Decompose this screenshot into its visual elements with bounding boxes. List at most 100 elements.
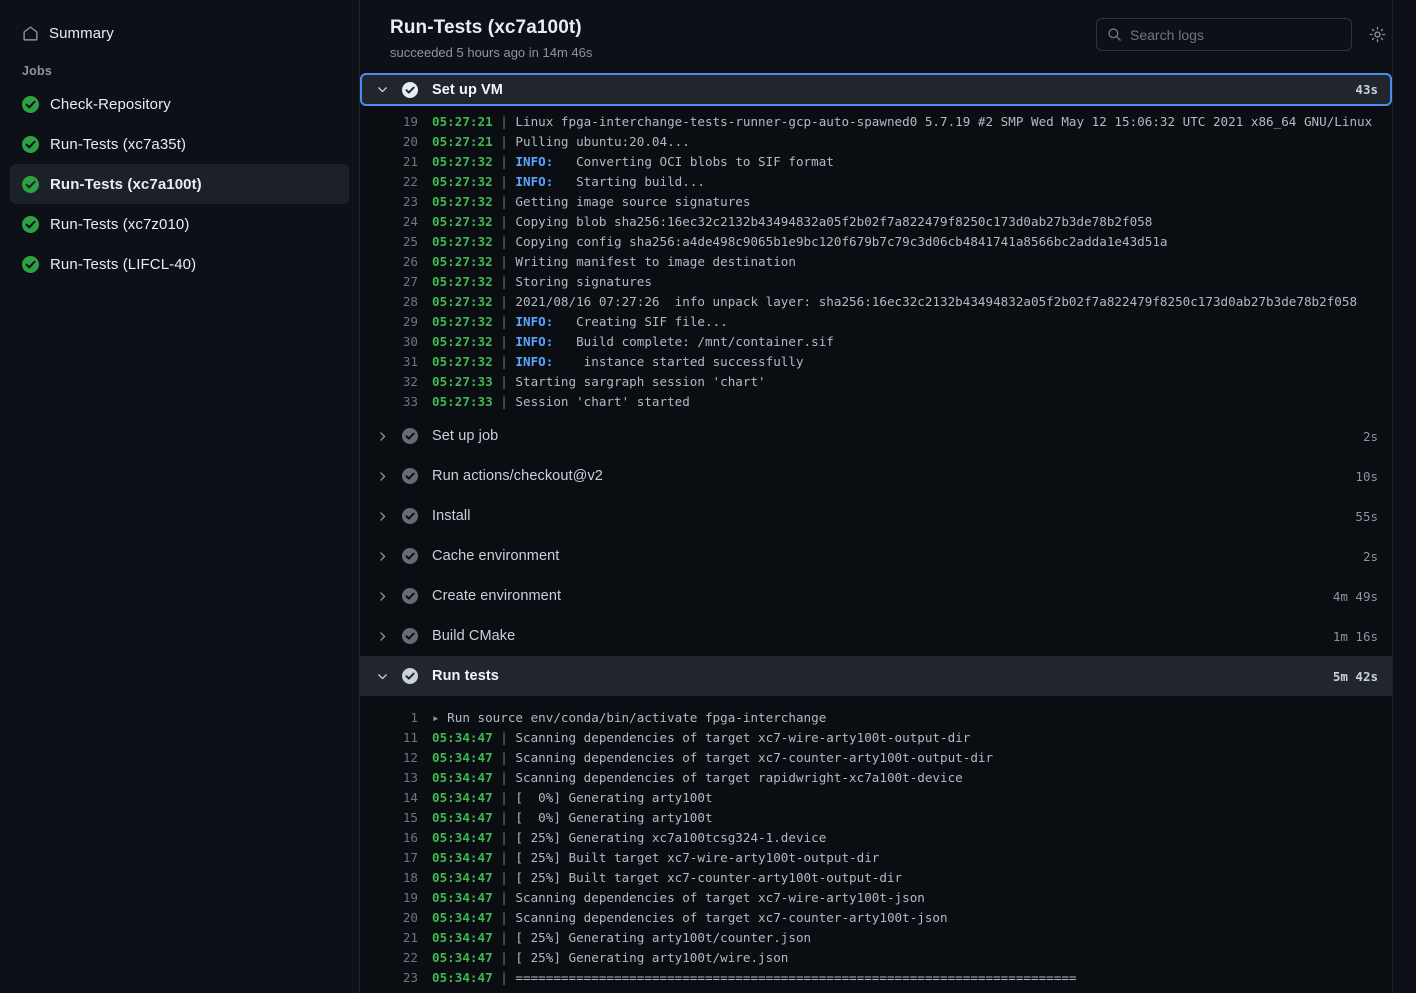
log-separator: |	[493, 948, 516, 968]
step-duration: 55s	[1355, 509, 1378, 524]
chevron-right-icon	[374, 628, 390, 644]
log-line-number: 17	[378, 848, 418, 868]
log-separator: |	[493, 372, 516, 392]
step-header[interactable]: Cache environment 2s	[360, 536, 1392, 576]
log-line: 3005:27:32 | INFO: Build complete: /mnt/…	[360, 332, 1392, 352]
log-separator: |	[493, 908, 516, 928]
log-tag: INFO:	[515, 172, 553, 192]
log-text: Build complete: /mnt/container.sif	[553, 332, 834, 352]
search-logs-box[interactable]	[1096, 18, 1352, 51]
sidebar-item-job-1[interactable]: Run-Tests (xc7a35t)	[10, 124, 349, 164]
step-header[interactable]: Set up VM 43s	[360, 73, 1392, 106]
search-input[interactable]	[1130, 27, 1341, 43]
step-run-actions-checkout: Run actions/checkout@v2 10s	[360, 456, 1392, 496]
log-steps-container[interactable]: Set up VM 43s 1905:27:21 | Linux fpga-in…	[360, 73, 1416, 993]
sidebar-item-job-2[interactable]: Run-Tests (xc7a100t)	[10, 164, 349, 204]
log-separator: |	[493, 172, 516, 192]
log-timestamp: 05:27:32	[432, 312, 493, 332]
log-line-number: 22	[378, 172, 418, 192]
step-header[interactable]: Run tests 5m 42s	[360, 656, 1392, 696]
log-text: [ 0%] Generating arty100t	[515, 788, 712, 808]
log-text: Session 'chart' started	[515, 392, 689, 412]
step-name: Cache environment	[432, 548, 1351, 564]
log-separator: |	[493, 352, 516, 372]
log-line-number: 15	[378, 808, 418, 828]
log-text: Copying config sha256:a4de498c9065b1e9bc…	[515, 232, 1167, 252]
step-header[interactable]: Set up job 2s	[360, 416, 1392, 456]
success-check-icon	[22, 216, 39, 233]
step-duration: 5m 42s	[1333, 669, 1378, 684]
success-check-icon	[402, 548, 418, 564]
log-line: 2105:27:32 | INFO: Converting OCI blobs …	[360, 152, 1392, 172]
sidebar-item-job-label: Run-Tests (LIFCL-40)	[50, 256, 196, 273]
log-line-number: 21	[378, 928, 418, 948]
log-text: Scanning dependencies of target xc7-wire…	[515, 888, 924, 908]
log-timestamp: 05:34:47	[432, 828, 493, 848]
success-check-icon	[22, 176, 39, 193]
log-line: 1905:27:21 | Linux fpga-interchange-test…	[360, 112, 1392, 132]
step-header[interactable]: Install 55s	[360, 496, 1392, 536]
sidebar-item-job-3[interactable]: Run-Tests (xc7z010)	[10, 204, 349, 244]
chevron-right-icon	[374, 588, 390, 604]
log-line: 1905:34:47 | Scanning dependencies of ta…	[360, 888, 1392, 908]
log-timestamp: 05:34:47	[432, 968, 493, 988]
log-viewer: Run-Tests (xc7a100t) succeeded 5 hours a…	[360, 0, 1416, 993]
log-timestamp: 05:27:32	[432, 232, 493, 252]
sidebar-item-job-label: Check-Repository	[50, 96, 171, 113]
log-line[interactable]: 1▸ Run source env/conda/bin/activate fpg…	[360, 708, 1392, 728]
log-tag: INFO:	[515, 352, 553, 372]
step-name: Set up VM	[432, 82, 1343, 98]
log-timestamp: 05:34:47	[432, 888, 493, 908]
log-line: 2605:27:32 | Writing manifest to image d…	[360, 252, 1392, 272]
log-timestamp: 05:34:47	[432, 788, 493, 808]
log-line-number: 28	[378, 292, 418, 312]
step-duration: 10s	[1355, 469, 1378, 484]
log-separator: |	[493, 232, 516, 252]
log-separator: |	[493, 888, 516, 908]
log-text: Scanning dependencies of target rapidwri…	[515, 768, 962, 788]
log-separator: |	[493, 192, 516, 212]
log-text: [ 25%] Generating arty100t/counter.json	[515, 928, 811, 948]
step-header[interactable]: Run actions/checkout@v2 10s	[360, 456, 1392, 496]
sidebar-item-job-4[interactable]: Run-Tests (LIFCL-40)	[10, 244, 349, 284]
log-line-number: 14	[378, 788, 418, 808]
settings-button[interactable]	[1364, 22, 1390, 48]
header-actions	[1096, 14, 1390, 51]
log-text: ========================================…	[515, 968, 1076, 988]
chevron-right-icon	[374, 548, 390, 564]
log-line-number: 23	[378, 192, 418, 212]
log-line: 1805:34:47 | [ 25%] Built target xc7-cou…	[360, 868, 1392, 888]
log-separator: |	[493, 828, 516, 848]
log-timestamp: 05:27:32	[432, 172, 493, 192]
log-separator: |	[493, 132, 516, 152]
log-line: 1605:34:47 | [ 25%] Generating xc7a100tc…	[360, 828, 1392, 848]
run-status-text: succeeded 5 hours ago in 14m 46s	[390, 45, 592, 61]
log-text: [ 25%] Built target xc7-counter-arty100t…	[515, 868, 902, 888]
log-text: Getting image source signatures	[515, 192, 750, 212]
chevron-right-icon	[374, 468, 390, 484]
step-cache-environment: Cache environment 2s	[360, 536, 1392, 576]
log-text: Converting OCI blobs to SIF format	[553, 152, 834, 172]
step-name: Create environment	[432, 588, 1321, 604]
step-duration: 1m 16s	[1333, 629, 1378, 644]
step-header[interactable]: Create environment 4m 49s	[360, 576, 1392, 616]
log-timestamp: 05:27:21	[432, 112, 493, 132]
log-line-number: 24	[378, 212, 418, 232]
log-line: 2005:34:47 | Scanning dependencies of ta…	[360, 908, 1392, 928]
log-line-number: 21	[378, 152, 418, 172]
log-text: [ 25%] Generating xc7a100tcsg324-1.devic…	[515, 828, 826, 848]
log-text: Scanning dependencies of target xc7-coun…	[515, 908, 947, 928]
log-separator: |	[493, 788, 516, 808]
log-timestamp: 05:27:32	[432, 212, 493, 232]
step-name: Set up job	[432, 428, 1351, 444]
step-header[interactable]: Build CMake 1m 16s	[360, 616, 1392, 656]
log-text: Pulling ubuntu:20.04...	[515, 132, 689, 152]
triangle-right-icon[interactable]: ▸	[432, 708, 447, 728]
log-line-number: 19	[378, 112, 418, 132]
sidebar-item-summary[interactable]: Summary	[10, 16, 349, 50]
run-title-block: Run-Tests (xc7a100t) succeeded 5 hours a…	[390, 14, 592, 61]
sidebar-item-job-0[interactable]: Check-Repository	[10, 84, 349, 124]
log-scrollbar[interactable]	[1392, 0, 1416, 993]
log-timestamp: 05:27:32	[432, 352, 493, 372]
log-timestamp: 05:34:47	[432, 948, 493, 968]
